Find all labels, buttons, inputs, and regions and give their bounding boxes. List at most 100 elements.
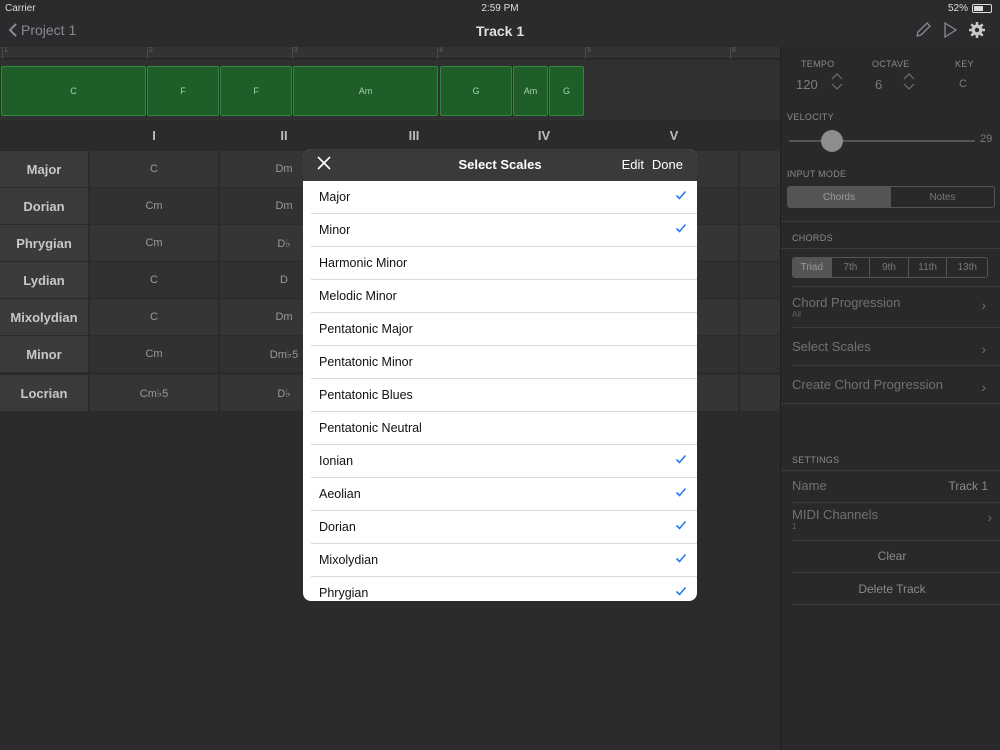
octave-stepper[interactable] — [903, 72, 915, 94]
key-value[interactable]: C — [959, 78, 967, 90]
scale-list-label: Harmonic Minor — [319, 256, 408, 270]
scale-list-item[interactable]: Minor — [311, 214, 697, 247]
chord-track: C F F Am G Am G — [0, 60, 780, 120]
degree-label: V — [669, 128, 679, 143]
timeline-ruler[interactable]: 1 2 3 4 5 6 — [0, 47, 780, 59]
chord-cell[interactable] — [740, 188, 780, 224]
scale-list-item[interactable]: Pentatonic Minor — [311, 346, 697, 379]
midi-channels-row[interactable]: MIDI Channels 1 › — [792, 507, 992, 535]
status-bar: Carrier 2:59 PM 52% — [0, 0, 1000, 16]
octave-label: OCTAVE — [872, 59, 910, 69]
select-scales-modal: Select Scales Edit Done Major Minor Harmon… — [303, 149, 697, 601]
chord-clip[interactable]: G — [440, 66, 512, 116]
scale-name[interactable]: Dorian — [0, 188, 88, 224]
chord-cell[interactable]: Cm♭5 — [90, 375, 218, 411]
chevron-up-icon[interactable] — [903, 72, 915, 80]
chevron-right-icon: › — [981, 297, 986, 313]
delete-track-button[interactable]: Delete Track — [792, 582, 992, 596]
chevron-down-icon[interactable] — [903, 83, 915, 91]
checkmark-icon — [675, 553, 687, 563]
chord-type-triad[interactable]: Triad — [793, 258, 832, 277]
create-progression-row[interactable]: Create Chord Progression › — [792, 377, 992, 397]
input-mode-chords[interactable]: Chords — [788, 187, 891, 207]
chord-cell[interactable]: C — [90, 151, 218, 187]
scale-list-label: Dorian — [319, 520, 356, 534]
chevron-up-icon[interactable] — [831, 72, 843, 80]
ruler-mark: 2 — [149, 47, 153, 54]
checkmark-icon — [675, 223, 687, 233]
scale-list-item[interactable]: Ionian — [311, 445, 697, 478]
scale-name[interactable]: Lydian — [0, 262, 88, 298]
scale-list-item[interactable]: Pentatonic Neutral — [311, 412, 697, 445]
done-button[interactable]: Done — [652, 157, 683, 172]
chord-clip[interactable]: G — [549, 66, 584, 116]
chord-type-11th[interactable]: 11th — [909, 258, 948, 277]
scale-name[interactable]: Minor — [0, 336, 88, 372]
scale-list-label: Phrygian — [319, 586, 369, 600]
chord-cell[interactable]: Cm — [90, 188, 218, 224]
play-icon[interactable] — [942, 21, 958, 39]
chord-clip[interactable]: Am — [293, 66, 438, 116]
chord-cell[interactable] — [740, 336, 780, 372]
chord-clip[interactable]: F — [147, 66, 219, 116]
clear-button[interactable]: Clear — [792, 549, 992, 563]
chevron-down-icon[interactable] — [831, 83, 843, 91]
status-time: 2:59 PM — [481, 3, 519, 14]
nav-actions — [914, 21, 986, 39]
scale-list-item[interactable]: Mixolydian — [311, 544, 697, 577]
name-value: Track 1 — [948, 479, 988, 493]
chord-cell[interactable] — [740, 151, 780, 187]
degree-label: III — [408, 128, 420, 143]
scale-list-label: Mixolydian — [319, 553, 379, 567]
chord-clip[interactable]: Am — [513, 66, 548, 116]
chord-cell[interactable] — [740, 225, 780, 261]
velocity-value: 29 — [980, 133, 993, 145]
chord-cell[interactable]: Cm — [90, 336, 218, 372]
chord-cell[interactable]: Cm — [90, 225, 218, 261]
chord-cell[interactable]: C — [90, 262, 218, 298]
scale-list-item[interactable]: Aeolian — [311, 478, 697, 511]
checkmark-icon — [675, 520, 687, 530]
chord-cell[interactable] — [740, 299, 780, 335]
chord-type-13th[interactable]: 13th — [947, 258, 987, 277]
chord-cell[interactable] — [740, 375, 780, 411]
velocity-slider-knob[interactable] — [820, 130, 843, 152]
name-label: Name — [792, 478, 827, 493]
scale-list-item[interactable]: Phrygian — [311, 577, 697, 601]
pencil-icon[interactable] — [914, 21, 932, 39]
key-label: KEY — [955, 59, 974, 69]
name-row[interactable]: Name Track 1 — [792, 478, 992, 498]
input-mode-toggle[interactable]: Chords Notes — [787, 186, 995, 208]
chords-label: CHORDS — [792, 233, 833, 243]
scale-name[interactable]: Mixolydian — [0, 299, 88, 335]
scale-list-item[interactable]: Pentatonic Blues — [311, 379, 697, 412]
input-mode-label: INPUT MODE — [787, 169, 847, 179]
scale-list-label: Melodic Minor — [319, 289, 397, 303]
chord-type-selector[interactable]: Triad 7th 9th 11th 13th — [792, 257, 988, 278]
chord-cell[interactable]: C — [90, 299, 218, 335]
scale-list-item[interactable]: Dorian — [311, 511, 697, 544]
chord-clip[interactable]: C — [1, 66, 146, 116]
chord-progression-row[interactable]: Chord Progression All › — [792, 295, 992, 325]
scale-list-item[interactable]: Harmonic Minor — [311, 247, 697, 280]
edit-button[interactable]: Edit — [622, 157, 644, 172]
gear-icon[interactable] — [968, 21, 986, 39]
tempo-stepper[interactable] — [831, 72, 843, 94]
degree-label: I — [152, 128, 156, 143]
chord-progression-label: Chord Progression — [792, 295, 901, 310]
chord-cell[interactable] — [740, 262, 780, 298]
scale-name[interactable]: Major — [0, 151, 88, 187]
chord-clip[interactable]: F — [220, 66, 292, 116]
scale-name[interactable]: Locrian — [0, 375, 88, 411]
tempo-label: TEMPO — [801, 59, 835, 69]
scale-list-item[interactable]: Pentatonic Major — [311, 313, 697, 346]
input-mode-notes[interactable]: Notes — [891, 187, 994, 207]
scale-list-item[interactable]: Major — [311, 181, 697, 214]
select-scales-row[interactable]: Select Scales › — [792, 339, 992, 359]
scale-list-item[interactable]: Melodic Minor — [311, 280, 697, 313]
scale-name[interactable]: Phrygian — [0, 225, 88, 261]
velocity-slider[interactable] — [789, 140, 975, 142]
chord-type-7th[interactable]: 7th — [832, 258, 871, 277]
ruler-mark: 6 — [732, 47, 736, 54]
chord-type-9th[interactable]: 9th — [870, 258, 909, 277]
